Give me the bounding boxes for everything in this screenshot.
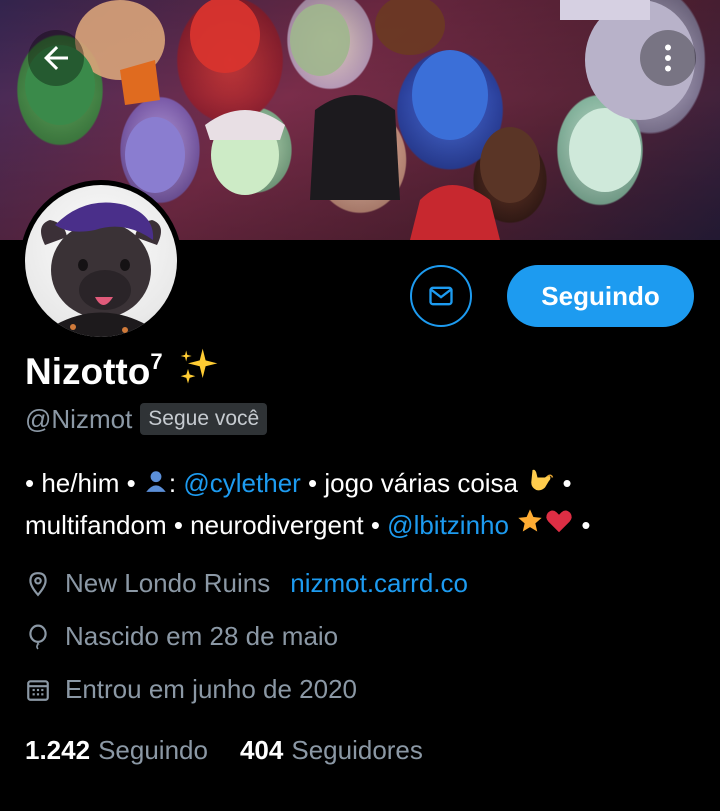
display-name: Nizotto 7 <box>25 345 221 398</box>
calendar-icon <box>25 677 51 703</box>
message-button[interactable] <box>410 265 472 327</box>
birthday-text: Nascido em 28 de maio <box>65 621 339 651</box>
bio-text: • he/him • <box>25 468 143 498</box>
more-vertical-icon <box>665 44 671 72</box>
avatar-artwork <box>41 202 161 337</box>
bio: • he/him • : @cylether • jogo várias coi… <box>25 464 705 547</box>
handle-row: @Nizmot Segue você <box>25 403 268 435</box>
sparkles-icon <box>177 345 221 398</box>
following-label: Seguindo <box>98 735 208 765</box>
followers-stat[interactable]: 404 Seguidores <box>240 735 423 766</box>
bio-text: • <box>574 509 591 540</box>
arrow-left-icon <box>44 46 68 70</box>
following-stat[interactable]: 1.242 Seguindo <box>25 735 208 766</box>
avatar[interactable] <box>20 180 182 342</box>
followers-label: Seguidores <box>291 735 423 765</box>
follows-you-badge: Segue você <box>140 403 268 435</box>
following-count: 1.242 <box>25 735 91 765</box>
location-pin-icon <box>25 571 51 597</box>
username-handle: @Nizmot <box>25 403 133 434</box>
website-link[interactable]: nizmot.carrd.co <box>290 568 468 599</box>
star-icon <box>516 507 544 546</box>
followers-count: 404 <box>239 735 284 765</box>
back-button[interactable] <box>28 30 84 86</box>
call-me-hand-icon <box>525 465 555 506</box>
envelope-icon <box>429 286 453 306</box>
balloon-icon <box>25 624 51 650</box>
mention-link[interactable]: @cylether <box>183 468 300 498</box>
location-row: New Londo Ruins nizmot.carrd.co <box>25 568 468 599</box>
joined-row: Entrou em junho de 2020 <box>25 674 357 705</box>
red-heart-icon <box>544 506 574 547</box>
location-text: New Londo Ruins <box>65 568 271 598</box>
follow-stats: 1.242 Seguindo 404 Seguidores <box>25 735 423 766</box>
bio-text: • jogo várias coisa <box>300 468 526 498</box>
birthday-row: Nascido em 28 de maio <box>25 621 338 652</box>
display-name-superscript: 7 <box>150 348 163 374</box>
bio-text: : <box>168 468 184 498</box>
more-options-button[interactable] <box>640 30 696 86</box>
joined-text: Entrou em junho de 2020 <box>65 674 357 704</box>
following-button[interactable]: Seguindo <box>507 265 694 327</box>
bust-silhouette-icon <box>143 466 169 505</box>
avatar-image <box>25 185 177 337</box>
mention-link[interactable]: @lbitzinho <box>387 510 509 540</box>
display-name-text: Nizotto <box>25 350 151 392</box>
